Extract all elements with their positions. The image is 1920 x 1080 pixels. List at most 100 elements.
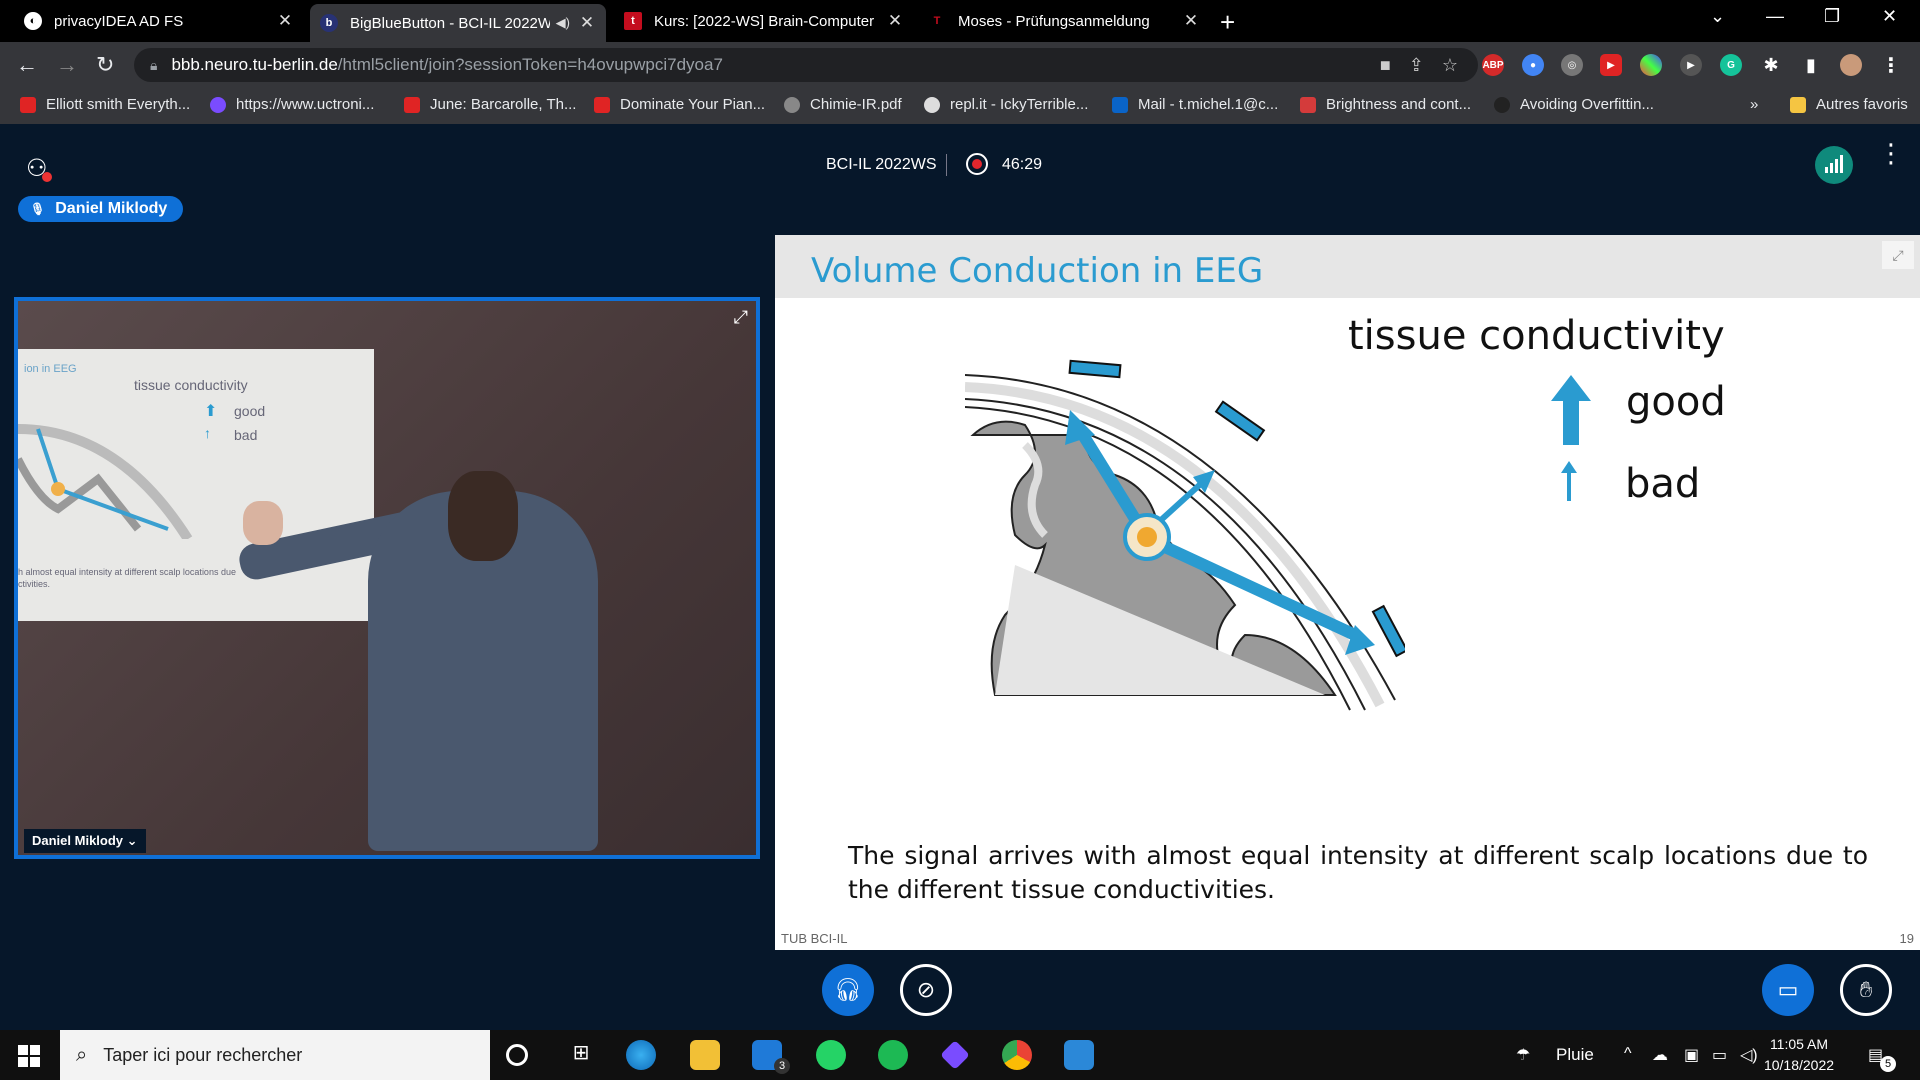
webcam-video[interactable]: ion in EEG tissue conductivity ⬆ good ↑ … bbox=[14, 297, 760, 859]
weather-label[interactable]: Pluie bbox=[1556, 1045, 1594, 1065]
photos-icon[interactable] bbox=[1064, 1040, 1094, 1070]
projected-caption: ctivities. bbox=[18, 579, 51, 589]
raise-hand-button[interactable]: ✋︎ bbox=[1840, 964, 1892, 1016]
audio-button[interactable]: 🎧︎ bbox=[822, 964, 874, 1016]
bookmark-label: Mail - t.michel.1@c... bbox=[1138, 96, 1279, 113]
presentation-button[interactable]: ▭ bbox=[1762, 964, 1814, 1016]
cortana-icon[interactable] bbox=[506, 1044, 528, 1066]
bookmarks-overflow[interactable]: » bbox=[1750, 96, 1758, 113]
replit-icon bbox=[924, 96, 940, 113]
youtube-icon bbox=[594, 96, 610, 113]
new-tab-button[interactable]: + bbox=[1220, 7, 1235, 38]
address-bar[interactable]: 🔒︎ bbb.neuro.tu-berlin.de/html5client/jo… bbox=[134, 48, 1478, 82]
volume-conduction-diagram bbox=[965, 359, 1405, 711]
close-icon[interactable]: ✕ bbox=[886, 11, 904, 31]
video-button[interactable]: ⊘ bbox=[900, 964, 952, 1016]
tab-moses[interactable]: T Moses - Prüfungsanmeldung ✕ bbox=[918, 6, 1210, 36]
youtube-icon bbox=[20, 96, 36, 113]
recording-indicator-icon[interactable] bbox=[966, 153, 988, 175]
bookmarks-bar: Elliott smith Everyth... https://www.uct… bbox=[0, 88, 1920, 124]
bookmark-item[interactable]: Chimie-IR.pdf bbox=[784, 96, 902, 113]
options-menu-icon[interactable]: ⋮ bbox=[1878, 140, 1904, 166]
extension-color-icon[interactable] bbox=[1640, 54, 1662, 76]
bookmark-item[interactable]: Brightness and cont... bbox=[1300, 96, 1471, 113]
logo-square bbox=[30, 1057, 40, 1067]
back-icon[interactable]: ← bbox=[16, 52, 38, 78]
whatsapp-icon[interactable] bbox=[816, 1040, 846, 1070]
other-bookmarks[interactable]: Autres favoris bbox=[1790, 96, 1908, 113]
camera-icon[interactable]: ■ bbox=[1380, 55, 1391, 76]
connection-status-button[interactable] bbox=[1815, 146, 1853, 184]
browser-menu-icon[interactable]: ⋮ bbox=[1880, 54, 1902, 77]
tab-title: privacyIDEA AD FS bbox=[54, 12, 184, 30]
extension-glasses-icon[interactable]: ◎ bbox=[1561, 54, 1583, 76]
talker-name: Daniel Miklody bbox=[55, 200, 168, 217]
close-icon[interactable]: ✕ bbox=[578, 13, 596, 33]
arrow-bad-icon bbox=[1561, 461, 1577, 501]
bookmark-label: June: Barcarolle, Th... bbox=[430, 96, 577, 113]
bookmark-item[interactable]: Mail - t.michel.1@c... bbox=[1112, 96, 1278, 113]
task-view-icon[interactable]: ⊞ bbox=[566, 1040, 596, 1070]
fullscreen-icon[interactable]: ⤢ bbox=[1882, 241, 1914, 269]
slide-footer: TUB BCI-IL bbox=[781, 931, 848, 946]
adblock-icon[interactable]: ABP bbox=[1482, 54, 1504, 76]
extension-blue-icon[interactable]: ● bbox=[1522, 54, 1544, 76]
close-window-icon[interactable]: ✕ bbox=[1882, 6, 1897, 27]
bbb-app: ⚇ BCI-IL 2022WS 46:29 ⋮ 🎙︎ Daniel Miklod… bbox=[0, 124, 1920, 1030]
outlook-icon bbox=[1112, 96, 1128, 113]
share-icon[interactable]: ⇪ bbox=[1409, 55, 1424, 76]
reload-icon[interactable]: ↻ bbox=[96, 52, 114, 78]
bookmark-item[interactable]: https://www.uctroni... bbox=[210, 96, 374, 113]
bookmark-item[interactable]: June: Barcarolle, Th... bbox=[404, 96, 576, 113]
logo-square bbox=[18, 1057, 28, 1067]
edge-icon[interactable] bbox=[626, 1040, 656, 1070]
onedrive-icon[interactable]: ☁ bbox=[1652, 1045, 1668, 1065]
chrome-icon[interactable] bbox=[1002, 1040, 1032, 1070]
bookmark-item[interactable]: Dominate Your Pian... bbox=[594, 96, 765, 113]
close-icon[interactable]: ✕ bbox=[1182, 11, 1200, 31]
taskbar-search[interactable]: ⌕ Taper ici pour rechercher bbox=[60, 1030, 490, 1080]
logo-square bbox=[18, 1045, 28, 1055]
tab-bigbluebutton[interactable]: b BigBlueButton - BCI-IL 2022WS ◀) ✕ bbox=[310, 4, 606, 42]
close-icon[interactable]: ✕ bbox=[276, 11, 294, 31]
obsidian-icon[interactable] bbox=[940, 1040, 970, 1070]
profile-avatar[interactable] bbox=[1840, 54, 1862, 76]
weather-icon[interactable]: ☂ bbox=[1516, 1045, 1530, 1065]
grammarly-icon[interactable]: G bbox=[1720, 54, 1742, 76]
forward-icon[interactable]: → bbox=[56, 52, 78, 78]
speaker-icon[interactable]: ◀) bbox=[556, 15, 570, 31]
side-panel-icon[interactable]: ▮ bbox=[1800, 54, 1822, 76]
privacyidea-icon: ◐ bbox=[24, 12, 42, 30]
fullscreen-icon[interactable]: ⤢ bbox=[734, 307, 748, 328]
battery-icon[interactable]: ▭ bbox=[1712, 1045, 1727, 1065]
extension-play-icon[interactable]: ▶ bbox=[1680, 54, 1702, 76]
presentation-slide: Volume Conduction in EEG ⤢ tissue conduc… bbox=[775, 235, 1920, 950]
bookmark-star-icon[interactable]: ☆ bbox=[1442, 55, 1458, 76]
system-clock[interactable]: 11:05 AM 10/18/2022 bbox=[1754, 1034, 1844, 1076]
spotify-icon[interactable] bbox=[878, 1040, 908, 1070]
tab-privacyidea[interactable]: ◐ privacyIDEA AD FS ✕ bbox=[14, 6, 304, 36]
divider bbox=[946, 154, 947, 176]
presenter-head bbox=[448, 471, 518, 561]
windows-start-icon[interactable] bbox=[18, 1045, 40, 1067]
tab-search-icon[interactable]: ⌄ bbox=[1710, 6, 1725, 27]
chevron-up-icon[interactable]: ^ bbox=[1624, 1045, 1632, 1063]
extension-youtube-icon[interactable]: ▶ bbox=[1600, 54, 1622, 76]
extensions-puzzle-icon[interactable]: ✱ bbox=[1760, 54, 1782, 76]
mail-badge: 3 bbox=[774, 1058, 790, 1074]
search-placeholder: Taper ici pour rechercher bbox=[103, 1044, 303, 1065]
bookmark-item[interactable]: Avoiding Overfittin... bbox=[1494, 96, 1654, 113]
file-explorer-icon[interactable] bbox=[690, 1040, 720, 1070]
tab-kurs[interactable]: t Kurs: [2022-WS] Brain-Computer ✕ bbox=[614, 6, 914, 36]
projected-diagram bbox=[18, 424, 193, 539]
device-icon[interactable]: ▣ bbox=[1684, 1045, 1699, 1065]
restore-icon[interactable]: ❐ bbox=[1824, 6, 1840, 27]
webcam-user-label[interactable]: Daniel Miklody ⌄ bbox=[24, 829, 146, 853]
bookmark-label: Avoiding Overfittin... bbox=[1520, 96, 1654, 113]
lock-icon[interactable]: 🔒︎ bbox=[150, 57, 157, 74]
bookmark-item[interactable]: repl.it - IckyTerrible... bbox=[924, 96, 1088, 113]
minimize-icon[interactable]: — bbox=[1766, 6, 1784, 27]
bookmark-item[interactable]: Elliott smith Everyth... bbox=[20, 96, 190, 113]
legend-good: good bbox=[1626, 379, 1726, 425]
talking-indicator[interactable]: 🎙︎ Daniel Miklody bbox=[18, 196, 184, 222]
